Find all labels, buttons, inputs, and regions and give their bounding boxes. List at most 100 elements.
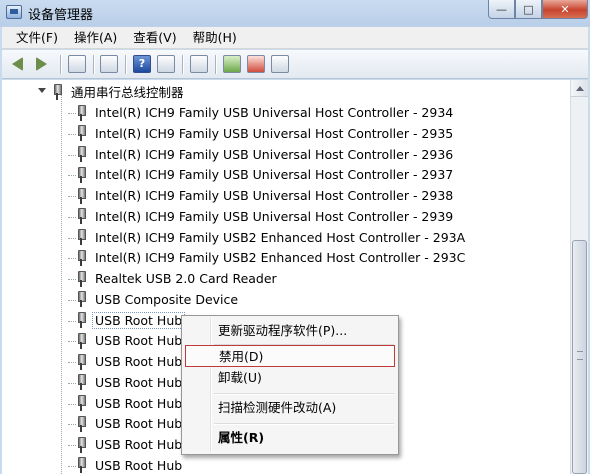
uninstall-icon[interactable] <box>247 55 265 73</box>
device-label: USB Root Hub <box>95 374 183 390</box>
tree-item-device[interactable]: Intel(R) ICH9 Family USB Universal Host … <box>76 164 453 185</box>
toolbar-separator <box>125 55 126 74</box>
tree-item-device[interactable]: Intel(R) ICH9 Family USB Universal Host … <box>76 206 453 227</box>
tree-branch-line <box>68 424 76 426</box>
tree-branch-line <box>68 320 76 322</box>
tree-item-device[interactable]: USB Root Hub <box>76 455 182 474</box>
vertical-scrollbar[interactable] <box>570 80 588 474</box>
tree-branch-line <box>68 299 76 301</box>
usb-icon <box>76 291 86 308</box>
tree-guide-line <box>61 92 62 474</box>
monitor-icon[interactable] <box>190 55 208 73</box>
tree-item-device[interactable]: Intel(R) ICH9 Family USB Universal Host … <box>76 144 453 165</box>
device-label: Intel(R) ICH9 Family USB Universal Host … <box>95 125 454 141</box>
menu-item-scan-hardware[interactable]: 扫描检测硬件改动(A) <box>185 397 395 419</box>
tree-item-device[interactable]: USB Composite Device <box>76 289 238 310</box>
view-icon[interactable] <box>157 55 175 73</box>
toolbar-separator <box>60 55 61 74</box>
menu-item-disable[interactable]: 禁用(D) <box>185 345 395 367</box>
category-label: 通用串行总线控制器 <box>71 85 184 100</box>
tree-branch-line <box>68 175 76 177</box>
tree-item-device[interactable]: USB Root Hub <box>76 393 182 414</box>
collapse-icon[interactable] <box>38 88 46 93</box>
usb-icon <box>76 436 86 453</box>
usb-icon <box>76 415 86 432</box>
show-hide-tree-icon[interactable] <box>68 55 86 73</box>
forward-icon[interactable] <box>36 57 47 71</box>
tree-branch-line <box>68 237 76 239</box>
tree-category-usb-controllers[interactable]: 通用串行总线控制器 <box>38 81 184 102</box>
menu-action[interactable]: 操作(A) <box>66 28 125 48</box>
tree-item-device[interactable]: Intel(R) ICH9 Family USB Universal Host … <box>76 185 453 206</box>
tree-item-device[interactable]: USB Root Hub <box>76 330 182 351</box>
usb-icon <box>76 125 86 142</box>
usb-icon <box>76 146 86 162</box>
maximize-icon: □ <box>523 2 534 16</box>
scroll-up-button[interactable] <box>571 80 588 97</box>
tree-item-device[interactable]: Intel(R) ICH9 Family USB Universal Host … <box>76 123 453 144</box>
menu-view[interactable]: 查看(V) <box>125 28 184 48</box>
menu-item-update-driver[interactable]: 更新驱动程序软件(P)... <box>185 320 395 342</box>
device-manager-window: 设备管理器 — □ ✕ 文件(F) 操作(A) 查看(V) 帮助(H) ? 通用… <box>0 0 590 474</box>
usb-icon <box>76 332 86 349</box>
help-glyph: ? <box>138 57 146 70</box>
context-menu: 更新驱动程序软件(P)... 禁用(D) 卸载(U) 扫描检测硬件改动(A) 属… <box>181 315 399 455</box>
title-bar[interactable]: 设备管理器 — □ ✕ <box>0 0 590 26</box>
toolbar-separator <box>182 55 183 74</box>
menu-item-properties[interactable]: 属性(R) <box>185 427 395 449</box>
tree-branch-line <box>68 341 76 343</box>
tree-item-device[interactable]: USB Root Hub <box>76 372 182 393</box>
tree-item-device[interactable]: USB Root Hub <box>76 351 182 372</box>
menu-file[interactable]: 文件(F) <box>8 28 66 48</box>
close-icon: ✕ <box>560 2 570 16</box>
tree-branch-line <box>68 362 76 363</box>
usb-icon <box>76 353 86 370</box>
toolbar-separator <box>215 55 216 74</box>
tree-branch-line <box>68 258 76 260</box>
scan-hardware-icon[interactable] <box>271 55 289 73</box>
scroll-thumb[interactable] <box>572 240 587 474</box>
device-label: Intel(R) ICH9 Family USB Universal Host … <box>95 208 454 224</box>
tree-branch-line <box>68 465 76 467</box>
menu-help[interactable]: 帮助(H) <box>185 28 245 48</box>
usb-icon <box>76 166 86 183</box>
tree-branch-line <box>68 445 76 446</box>
usb-icon <box>76 229 86 245</box>
tree-item-device[interactable]: Intel(R) ICH9 Family USB2 Enhanced Host … <box>76 227 465 248</box>
device-manager-icon <box>6 5 22 19</box>
device-label: Intel(R) ICH9 Family USB Universal Host … <box>95 105 454 120</box>
device-label: USB Composite Device <box>95 291 239 307</box>
menu-bar: 文件(F) 操作(A) 查看(V) 帮助(H) <box>2 27 588 49</box>
tree-item-device[interactable]: Intel(R) ICH9 Family USB Universal Host … <box>76 102 453 123</box>
menu-item-uninstall[interactable]: 卸载(U) <box>185 367 395 389</box>
usb-icon <box>76 104 86 121</box>
tree-item-device[interactable]: Realtek USB 2.0 Card Reader <box>76 268 277 289</box>
help-icon[interactable]: ? <box>133 55 151 73</box>
menu-separator <box>214 393 394 394</box>
usb-icon <box>76 374 86 391</box>
tree-branch-line <box>68 403 76 405</box>
usb-icon <box>76 270 86 287</box>
window-title: 设备管理器 <box>28 8 94 23</box>
tree-item-device[interactable]: Intel(R) ICH9 Family USB2 Enhanced Host … <box>76 247 465 268</box>
back-icon[interactable] <box>12 57 23 71</box>
usb-icon <box>76 249 86 266</box>
device-label: USB Root Hub <box>95 437 183 452</box>
properties-icon[interactable] <box>100 55 118 73</box>
tree-branch-line <box>68 216 76 218</box>
tree-branch-line <box>68 196 76 197</box>
tree-branch-line <box>68 154 76 156</box>
minimize-button[interactable]: — <box>488 0 515 19</box>
tree-item-device[interactable]: USB Root Hub <box>76 413 182 434</box>
maximize-button[interactable]: □ <box>515 0 542 19</box>
device-label: USB Root Hub <box>95 416 183 432</box>
usb-icon <box>76 457 86 474</box>
menu-separator <box>214 423 394 424</box>
tree-item-device[interactable]: USB Root Hub <box>76 434 182 455</box>
close-button[interactable]: ✕ <box>542 0 588 19</box>
device-label: USB Root Hub <box>92 311 186 329</box>
usb-icon <box>76 187 86 204</box>
device-label: USB Root Hub <box>95 354 183 369</box>
update-driver-icon[interactable] <box>223 55 241 73</box>
tree-item-device[interactable]: USB Root Hub <box>76 310 186 331</box>
